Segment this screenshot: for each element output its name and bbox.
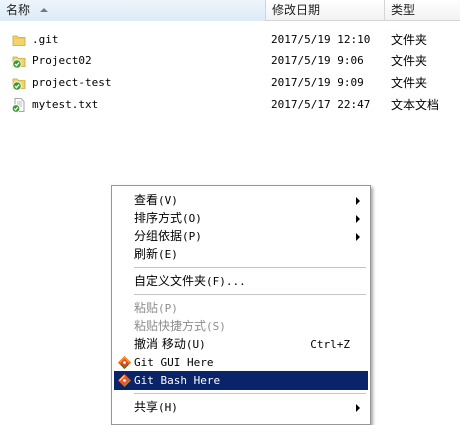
column-header-name[interactable]: 名称 — [0, 0, 266, 21]
menu-item-git-bash-label: Git Bash Here — [134, 374, 221, 387]
file-type: 文本文档 — [391, 98, 440, 112]
menu-separator — [134, 294, 366, 296]
menu-item-refresh[interactable]: 刷新(E) — [114, 245, 368, 264]
menu-item-group-label: 分组依据 — [134, 229, 183, 243]
menu-item-paste-shortcut[interactable]: 粘贴快捷方式(S) — [114, 317, 368, 336]
menu-item-undo-shortcut: Ctrl+Z — [310, 338, 350, 351]
file-date: 2017/5/19 9:09 — [271, 76, 364, 89]
sort-ascending-icon — [39, 7, 48, 12]
file-row[interactable]: mytest.txt 2017/5/17 22:47 文本文档 — [0, 94, 460, 116]
menu-item-customize-label: 自定义文件夹 — [134, 274, 207, 288]
menu-item-refresh-accel: (E) — [158, 248, 178, 261]
menu-item-paste[interactable]: 粘贴(P) — [114, 299, 368, 318]
menu-item-git-gui-here[interactable]: Git GUI Here — [114, 353, 368, 372]
git-gui-icon — [118, 356, 131, 369]
file-row[interactable]: .git 2017/5/19 12:10 文件夹 — [0, 29, 460, 51]
file-type: 文件夹 — [391, 54, 428, 68]
menu-item-share-label: 共享 — [134, 400, 159, 414]
menu-item-paste-accel: (P) — [158, 302, 178, 315]
submenu-arrow-icon — [356, 197, 360, 205]
folder-icon — [12, 35, 26, 46]
file-name: mytest.txt — [32, 98, 99, 111]
menu-item-customize-accel: (F)... — [206, 275, 246, 288]
menu-item-paste-shortcut-label: 粘贴快捷方式 — [134, 319, 207, 333]
git-text-file-icon — [11, 98, 25, 113]
file-type: 文件夹 — [391, 76, 428, 90]
menu-separator — [134, 393, 366, 395]
menu-item-group-accel: (P) — [182, 230, 202, 243]
submenu-arrow-icon — [356, 215, 360, 223]
menu-item-sort-by[interactable]: 排序方式(O) — [114, 209, 368, 228]
file-name: .git — [32, 33, 59, 46]
menu-item-undo-label: 撤消 移动 — [134, 337, 186, 351]
menu-separator — [134, 267, 366, 269]
column-header-type[interactable]: 类型 — [385, 0, 460, 21]
column-header-date[interactable]: 修改日期 — [266, 0, 385, 21]
file-name: Project02 — [32, 54, 92, 67]
menu-item-undo-move[interactable]: 撤消 移动(U) Ctrl+Z — [114, 335, 368, 354]
git-folder-icon — [12, 56, 26, 69]
file-date: 2017/5/19 9:06 — [271, 54, 364, 67]
file-date: 2017/5/19 12:10 — [271, 33, 371, 46]
menu-item-share[interactable]: 共享(H) — [114, 398, 368, 417]
menu-item-view-accel: (V) — [158, 194, 178, 207]
git-folder-icon — [12, 78, 26, 91]
menu-item-paste-shortcut-accel: (S) — [206, 320, 226, 333]
file-row[interactable]: Project02 2017/5/19 9:06 文件夹 — [0, 50, 460, 72]
column-header-date-label: 修改日期 — [272, 3, 321, 17]
git-bash-icon — [118, 374, 131, 387]
submenu-arrow-icon — [356, 233, 360, 241]
menu-item-customize-folder[interactable]: 自定义文件夹(F)... — [114, 272, 368, 291]
menu-item-view[interactable]: 查看(V) — [114, 191, 368, 210]
menu-item-sort-accel: (O) — [182, 212, 202, 225]
menu-item-git-bash-here[interactable]: Git Bash Here — [114, 371, 368, 390]
menu-item-paste-label: 粘贴 — [134, 301, 159, 315]
column-header-bar: 名称 修改日期 类型 — [0, 0, 460, 21]
column-header-type-label: 类型 — [391, 3, 416, 17]
menu-item-sort-label: 排序方式 — [134, 211, 183, 225]
column-header-name-label: 名称 — [6, 3, 31, 17]
file-row[interactable]: project-test 2017/5/19 9:09 文件夹 — [0, 72, 460, 94]
context-menu: 查看(V) 排序方式(O) 分组依据(P) 刷新(E) 自定义文件夹(F)...… — [111, 185, 371, 425]
file-type: 文件夹 — [391, 33, 428, 47]
menu-item-view-label: 查看 — [134, 193, 159, 207]
menu-item-share-accel: (H) — [158, 401, 178, 414]
menu-item-group-by[interactable]: 分组依据(P) — [114, 227, 368, 246]
menu-item-git-gui-label: Git GUI Here — [134, 356, 214, 369]
file-name: project-test — [32, 76, 112, 89]
file-date: 2017/5/17 22:47 — [271, 98, 371, 111]
submenu-arrow-icon — [356, 404, 360, 412]
menu-item-undo-accel: (U) — [185, 338, 206, 351]
menu-item-refresh-label: 刷新 — [134, 247, 159, 261]
